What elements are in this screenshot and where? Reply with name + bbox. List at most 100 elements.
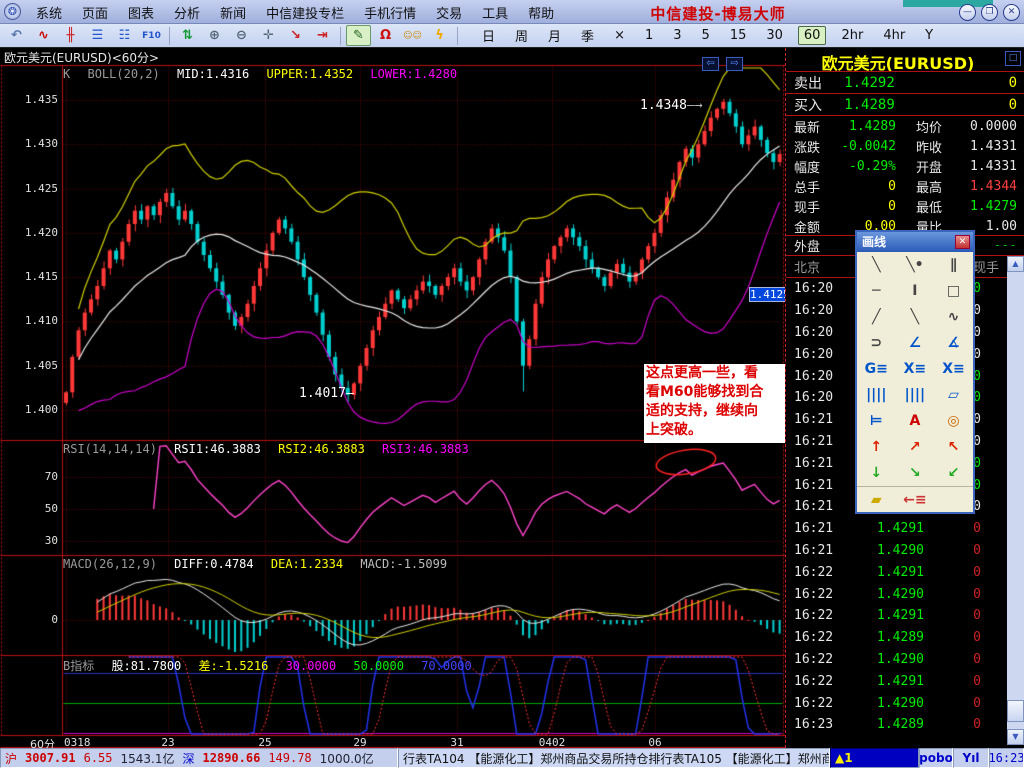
text-note-tool-icon[interactable]: A [896, 408, 935, 434]
menu-item-系统[interactable]: 系统 [26, 3, 72, 22]
rectangle-tool-icon[interactable]: □ [934, 278, 973, 304]
macd-header: MACD(26,12,9) DIFF:0.4784 DEA:1.2334 MAC… [63, 557, 457, 571]
gann-fan-tool-icon[interactable]: ∡ [934, 330, 973, 356]
arrow-up-left-tool-icon[interactable]: ↖ [934, 434, 973, 460]
arrow-up-tool-icon[interactable]: ↑ [857, 434, 896, 460]
arc-tool-tool-icon[interactable]: ⊃ [857, 330, 896, 356]
period-日[interactable]: 日 [477, 25, 500, 46]
k-label: K [63, 67, 70, 81]
cycle-circle-tool-icon[interactable]: ◎ [934, 408, 973, 434]
menu-item-帮助[interactable]: 帮助 [518, 3, 564, 22]
period-月[interactable]: 月 [543, 25, 566, 46]
restore-button[interactable]: ❐ [981, 4, 998, 21]
menu-item-图表[interactable]: 图表 [118, 3, 164, 22]
price-marker-tag: 1.4125 [749, 287, 787, 302]
trend-line-tool-icon[interactable]: ╲ [857, 252, 896, 278]
quote-qty: 0 [917, 75, 1024, 91]
scrollbar[interactable]: ▲ ▼ [1007, 256, 1024, 745]
wave-line-tool-icon[interactable]: ∿ [934, 304, 973, 330]
quick-trade-icon[interactable]: ϟ [427, 25, 452, 46]
status-time: 16:23 [989, 751, 1024, 765]
panel-maximize-button[interactable]: □ [1005, 51, 1021, 66]
tick-volume: 0 [924, 652, 1007, 667]
period-季[interactable]: 季 [576, 25, 599, 46]
draw-pen-icon[interactable]: ✎ [346, 25, 371, 46]
window-next-icon[interactable]: ⇥ [310, 25, 335, 46]
back-icon[interactable]: ↶ [4, 25, 29, 46]
arrow-up-right-tool-icon[interactable]: ↗ [896, 434, 935, 460]
f10-info-icon[interactable]: F10 [139, 25, 164, 46]
app-icon[interactable]: ❂ [4, 3, 21, 20]
time-zones-tool-icon[interactable]: |||| [857, 382, 896, 408]
alert-panel[interactable]: ▲1 [830, 748, 919, 768]
rsi-tick: 30 [0, 534, 58, 547]
online-users-icon[interactable]: ☺☺ [400, 25, 425, 46]
horizontal-line-tool-icon[interactable]: ─ [857, 278, 896, 304]
quote-row-现手: 现手0最低1.4279 [786, 196, 1024, 216]
analyst-note[interactable]: 这点更高一些，看 看M60能够找到合 适的支持，继续向 上突破。 [644, 364, 786, 443]
menu-item-手机行情[interactable]: 手机行情 [354, 3, 426, 22]
minimize-button[interactable]: — [959, 4, 976, 21]
scroll-up-button[interactable]: ▲ [1007, 256, 1024, 272]
menu-item-工具[interactable]: 工具 [472, 3, 518, 22]
period-15[interactable]: 15 [725, 27, 752, 44]
percent-lines-tool-icon[interactable]: X≡ [896, 356, 935, 382]
zoom-in-icon[interactable]: ⊕ [202, 25, 227, 46]
menu-item-中信建投专栏[interactable]: 中信建投专栏 [256, 3, 354, 22]
candlestick-chart-icon[interactable]: ╫ [58, 25, 83, 46]
period-1[interactable]: 1 [640, 27, 658, 44]
menu-item-新闻[interactable]: 新闻 [210, 3, 256, 22]
alarm-icon[interactable]: Ω [373, 25, 398, 46]
angle-tool-tool-icon[interactable]: ∠ [896, 330, 935, 356]
period-4hr[interactable]: 4hr [878, 27, 910, 44]
menu-item-页面[interactable]: 页面 [72, 3, 118, 22]
fibonacci-lines-tool-icon[interactable]: ⊨ [857, 408, 896, 434]
quote-row-最新: 最新1.4289均价0.0000 [786, 116, 1024, 136]
time-zones-2-tool-icon[interactable]: |||| [896, 382, 935, 408]
line-chart-icon[interactable]: ∿ [31, 25, 56, 46]
close-icon[interactable]: ✕ [955, 235, 970, 249]
period-3[interactable]: 3 [668, 27, 686, 44]
percent-lines-2-tool-icon[interactable]: X≡ [934, 356, 973, 382]
next-chart-button[interactable]: ⇨ [726, 57, 743, 71]
menu-item-交易[interactable]: 交易 [426, 3, 472, 22]
period-×[interactable]: × [609, 27, 630, 44]
menu-item-分析[interactable]: 分析 [164, 3, 210, 22]
drag-hand-icon[interactable]: ✛ [256, 25, 281, 46]
quote-value: 0 [834, 179, 896, 194]
delete-all-tool-icon[interactable]: ←≡ [896, 487, 935, 513]
draw-window-titlebar[interactable]: 画线 ✕ [857, 232, 973, 252]
tick-row: 16:221.42910 [786, 605, 1007, 627]
tick-time: 16:22 [786, 630, 838, 645]
zoom-out-icon[interactable]: ⊖ [229, 25, 254, 46]
arrow-down-tool-icon[interactable]: ↓ [857, 460, 896, 486]
period-60[interactable]: 60 [798, 26, 827, 45]
ray-line-tool-icon[interactable]: ╲• [896, 252, 935, 278]
arrow-down-right-tool-icon[interactable]: ↘ [896, 460, 935, 486]
parallel-lines-tool-icon[interactable]: ∥ [934, 252, 973, 278]
scroll-thumb[interactable] [1007, 700, 1024, 722]
window-switch-icon[interactable]: ↘ [283, 25, 308, 46]
quote-label: 昨收 [896, 137, 948, 156]
period-周[interactable]: 周 [510, 25, 533, 46]
period-2hr[interactable]: 2hr [836, 27, 868, 44]
scroll-down-button[interactable]: ▼ [1007, 729, 1024, 745]
info-table-icon[interactable]: ☷ [112, 25, 137, 46]
period-5[interactable]: 5 [697, 27, 715, 44]
refresh-icon[interactable]: ⇅ [175, 25, 200, 46]
eraser-tool-icon[interactable]: ▰ [857, 487, 896, 513]
tick-time: 16:22 [786, 608, 838, 623]
vertical-line-tool-icon[interactable]: I [896, 278, 935, 304]
close-button[interactable]: ✕ [1003, 4, 1020, 21]
period-Y[interactable]: Y [920, 27, 938, 44]
segment-line-tool-icon[interactable]: ╲ [896, 304, 935, 330]
quote-table-icon[interactable]: ☰ [85, 25, 110, 46]
arrow-down-left-tool-icon[interactable]: ↙ [934, 460, 973, 486]
tick-time: 16:20 [786, 325, 838, 340]
channel-tool-tool-icon[interactable]: ▱ [934, 382, 973, 408]
prev-chart-button[interactable]: ⇦ [702, 57, 719, 71]
diagonal-line-tool-icon[interactable]: ╱ [857, 304, 896, 330]
tick-price: 1.4289 [838, 630, 924, 645]
gann-grid-tool-icon[interactable]: G≡ [857, 356, 896, 382]
period-30[interactable]: 30 [761, 27, 788, 44]
